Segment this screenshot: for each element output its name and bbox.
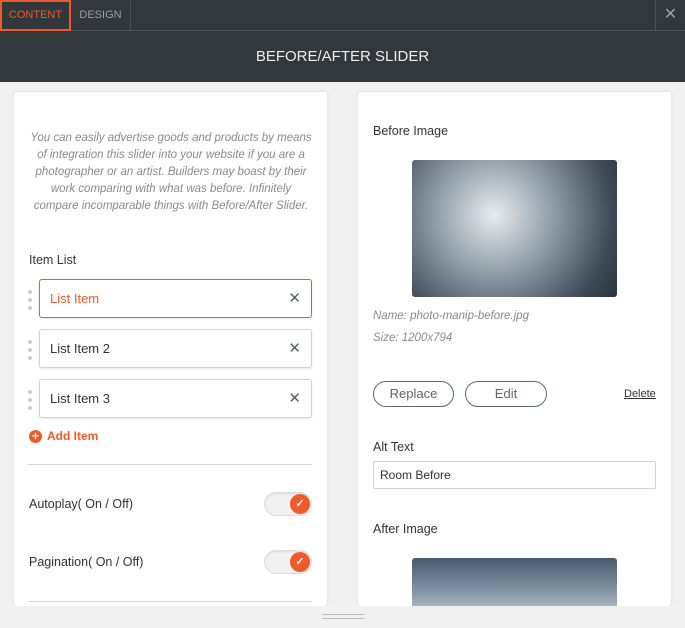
tab-content[interactable]: CONTENT: [0, 0, 71, 31]
replace-button[interactable]: Replace: [373, 381, 454, 407]
close-icon[interactable]: ✕: [655, 0, 685, 31]
file-size: Size: 1200x794: [373, 332, 453, 344]
autoplay-toggle[interactable]: ✓: [264, 492, 312, 516]
delete-link[interactable]: Delete: [624, 388, 656, 400]
after-image-label: After Image: [373, 522, 438, 536]
drag-handle-icon[interactable]: [28, 340, 32, 360]
list-item-label: List Item: [50, 291, 100, 306]
list-item[interactable]: List Item 3 ✕: [39, 379, 312, 418]
content-panel: You can easily advertise goods and produ…: [14, 92, 327, 606]
tab-design[interactable]: DESIGN: [71, 0, 131, 31]
description: You can easily advertise goods and produ…: [30, 132, 312, 212]
list-item[interactable]: List Item ✕: [39, 279, 312, 318]
drag-handle-icon[interactable]: [28, 290, 32, 310]
image-panel: Before Image Name: photo-manip-before.jp…: [358, 92, 671, 606]
plus-circle-icon: +: [29, 429, 42, 443]
list-item-label: List Item 2: [50, 341, 110, 356]
alt-text-input[interactable]: [373, 461, 656, 489]
edit-button[interactable]: Edit: [465, 381, 547, 407]
pagination-label: Pagination( On / Off): [29, 555, 144, 569]
resize-bar[interactable]: [0, 606, 685, 628]
list-item-label: List Item 3: [50, 391, 110, 406]
remove-icon[interactable]: ✕: [288, 330, 301, 367]
remove-icon[interactable]: ✕: [288, 280, 301, 317]
add-item-button[interactable]: + Add Item: [29, 429, 98, 443]
alt-text-label: Alt Text: [373, 440, 414, 454]
divider: [28, 464, 312, 465]
check-icon: ✓: [290, 494, 310, 514]
before-image-label: Before Image: [373, 124, 449, 138]
add-item-label: Add Item: [47, 429, 99, 443]
list-item[interactable]: List Item 2 ✕: [39, 329, 312, 368]
page-title: BEFORE/AFTER SLIDER: [0, 31, 685, 82]
before-image-thumbnail[interactable]: [412, 160, 617, 297]
check-icon: ✓: [290, 552, 310, 572]
remove-icon[interactable]: ✕: [288, 380, 301, 417]
resize-grip-icon[interactable]: [322, 614, 364, 619]
after-image-thumbnail[interactable]: [412, 558, 617, 606]
divider: [28, 601, 312, 602]
file-name: Name: photo-manip-before.jpg: [373, 310, 529, 322]
item-list-label: Item List: [29, 253, 77, 267]
top-bar: CONTENT DESIGN ✕: [0, 0, 685, 31]
drag-handle-icon[interactable]: [28, 390, 32, 410]
pagination-toggle[interactable]: ✓: [264, 550, 312, 574]
autoplay-label: Autoplay( On / Off): [29, 497, 133, 511]
